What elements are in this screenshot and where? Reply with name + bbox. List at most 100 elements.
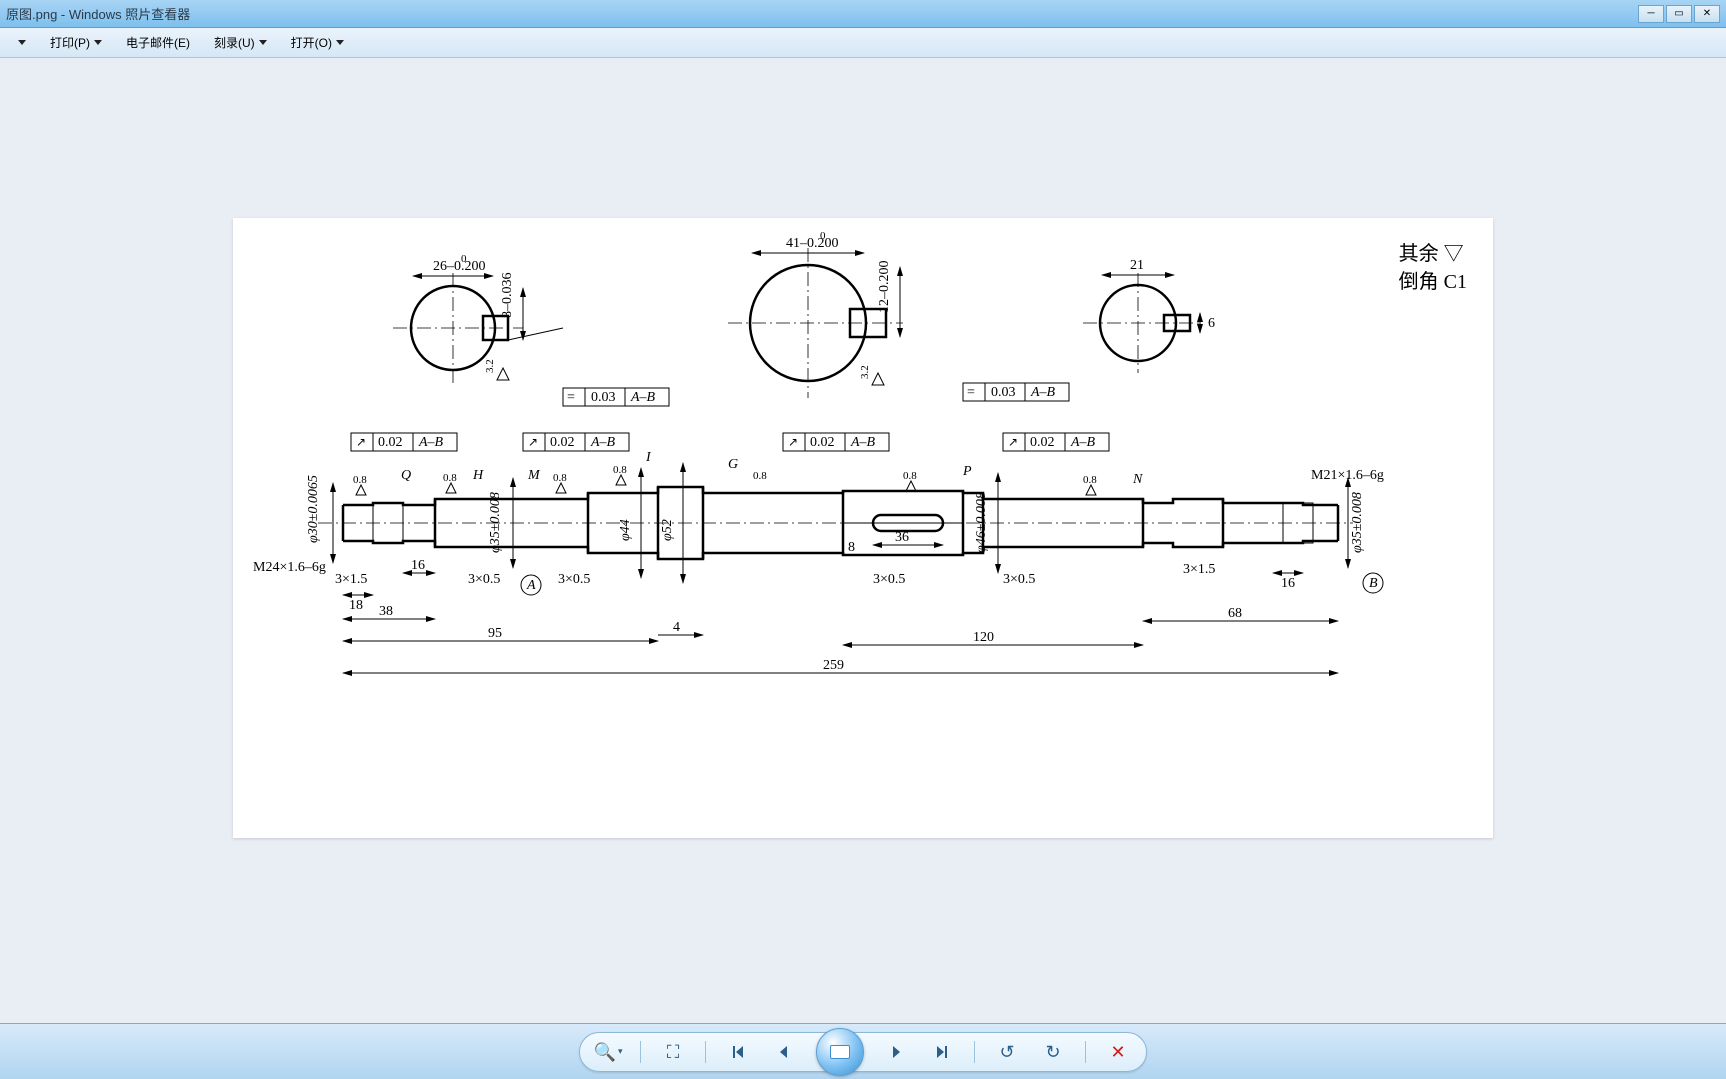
svg-text:φ46±0.008: φ46±0.008 — [974, 492, 989, 553]
svg-text:0: 0 — [461, 253, 467, 265]
svg-text:38: 38 — [379, 604, 393, 619]
svg-text:36: 36 — [895, 530, 909, 545]
svg-text:↗: ↗ — [356, 435, 366, 449]
drawing-note: 其余 ▽ 倒角 C1 — [1399, 240, 1467, 296]
svg-text:φ44: φ44 — [618, 519, 633, 541]
fit-button[interactable]: ⛶ — [659, 1038, 687, 1066]
menu-item-print[interactable]: 打印(P) — [40, 30, 112, 55]
svg-text:3.2: 3.2 — [859, 365, 871, 379]
svg-text:3.2: 3.2 — [484, 359, 496, 373]
drawing-svg: 26–0.200 0 8–0.036 3.2 = 0.03 A–B — [233, 218, 1493, 838]
svg-text:I: I — [645, 450, 652, 465]
menu-item-file[interactable] — [4, 36, 36, 49]
minimize-button[interactable]: ─ — [1638, 5, 1664, 23]
svg-text:0.8: 0.8 — [1083, 474, 1097, 486]
svg-text:12–0.200: 12–0.200 — [877, 261, 892, 314]
svg-text:M21×1.6–6g: M21×1.6–6g — [1311, 468, 1384, 483]
rotate-ccw-icon: ↺ — [999, 1043, 1014, 1061]
svg-text:0.8: 0.8 — [443, 472, 457, 484]
svg-text:↗: ↗ — [528, 435, 538, 449]
svg-text:A–B: A–B — [1070, 435, 1096, 450]
svg-text:0.03: 0.03 — [591, 390, 616, 405]
svg-text:16: 16 — [411, 558, 425, 573]
svg-text:=: = — [967, 385, 975, 400]
svg-text:21: 21 — [1130, 258, 1144, 273]
zoom-button[interactable]: 🔍 ▾ — [594, 1038, 622, 1066]
svg-text:16: 16 — [1281, 576, 1295, 591]
magnifier-icon: 🔍 — [594, 1043, 616, 1061]
svg-text:3×0.5: 3×0.5 — [558, 572, 590, 587]
rotate-cw-icon: ↻ — [1045, 1043, 1060, 1061]
svg-text:0.03: 0.03 — [991, 385, 1016, 400]
separator — [1085, 1041, 1086, 1063]
svg-text:0.02: 0.02 — [378, 435, 403, 450]
note-line: 倒角 C1 — [1399, 268, 1467, 296]
chevron-down-icon — [259, 40, 267, 45]
svg-text:=: = — [567, 390, 575, 405]
svg-text:18: 18 — [349, 598, 363, 613]
chevron-down-icon — [18, 40, 26, 45]
delete-icon: ✕ — [1110, 1043, 1125, 1061]
svg-text:0.8: 0.8 — [353, 474, 367, 486]
separator — [705, 1041, 706, 1063]
note-line: 其余 ▽ — [1399, 240, 1467, 268]
svg-text:φ52: φ52 — [660, 519, 675, 541]
next-button[interactable] — [882, 1038, 910, 1066]
menu-label: 刻录(U) — [214, 34, 255, 51]
separator — [974, 1041, 975, 1063]
menu-label: 电子邮件(E) — [126, 34, 190, 51]
svg-text:3×0.5: 3×0.5 — [468, 572, 500, 587]
skip-prev-icon — [730, 1044, 746, 1060]
svg-text:3×1.5: 3×1.5 — [335, 572, 367, 587]
maximize-button[interactable]: ▭ — [1666, 5, 1692, 23]
svg-text:B: B — [1369, 576, 1378, 591]
svg-text:259: 259 — [823, 658, 844, 673]
menu-item-burn[interactable]: 刻录(U) — [204, 30, 277, 55]
menu-item-open[interactable]: 打开(O) — [281, 30, 354, 55]
svg-text:A–B: A–B — [630, 390, 656, 405]
svg-text:A–B: A–B — [850, 435, 876, 450]
menu-label: 打印(P) — [50, 34, 90, 51]
first-button[interactable] — [724, 1038, 752, 1066]
svg-text:120: 120 — [973, 630, 994, 645]
slideshow-icon — [830, 1045, 850, 1059]
svg-text:68: 68 — [1228, 606, 1242, 621]
svg-text:0.02: 0.02 — [1030, 435, 1055, 450]
prev-button[interactable] — [770, 1038, 798, 1066]
rotate-cw-button[interactable]: ↻ — [1039, 1038, 1067, 1066]
separator — [640, 1041, 641, 1063]
image-viewport[interactable]: 其余 ▽ 倒角 C1 26–0 — [0, 58, 1726, 1023]
svg-text:0: 0 — [820, 230, 826, 242]
svg-text:95: 95 — [488, 626, 502, 641]
svg-text:M: M — [527, 468, 541, 483]
last-button[interactable] — [928, 1038, 956, 1066]
svg-text:4: 4 — [673, 620, 680, 635]
svg-text:3×0.5: 3×0.5 — [1003, 572, 1035, 587]
bottom-toolbar-panel: 🔍 ▾ ⛶ ↺ ↻ ✕ — [0, 1023, 1726, 1079]
svg-text:8: 8 — [848, 540, 855, 555]
prev-icon — [776, 1044, 792, 1060]
chevron-down-icon — [336, 40, 344, 45]
technical-drawing: 其余 ▽ 倒角 C1 26–0 — [233, 218, 1493, 838]
svg-text:0.02: 0.02 — [550, 435, 575, 450]
svg-text:6: 6 — [1208, 316, 1215, 331]
svg-text:φ30±0.0065: φ30±0.0065 — [306, 475, 321, 543]
svg-text:0.02: 0.02 — [810, 435, 835, 450]
fit-icon: ⛶ — [667, 1043, 680, 1061]
svg-text:41–0.200: 41–0.200 — [786, 236, 839, 251]
rotate-ccw-button[interactable]: ↺ — [993, 1038, 1021, 1066]
svg-text:M24×1.6–6g: M24×1.6–6g — [253, 560, 326, 575]
next-icon — [888, 1044, 904, 1060]
svg-text:P: P — [962, 464, 972, 479]
skip-next-icon — [934, 1044, 950, 1060]
delete-button[interactable]: ✕ — [1104, 1038, 1132, 1066]
close-button[interactable]: ✕ — [1694, 5, 1720, 23]
chevron-down-icon — [94, 40, 102, 45]
window-title: 原图.png - Windows 照片查看器 — [6, 4, 1638, 23]
svg-text:A–B: A–B — [590, 435, 616, 450]
svg-text:8–0.036: 8–0.036 — [500, 273, 515, 319]
menu-item-email[interactable]: 电子邮件(E) — [116, 30, 200, 55]
svg-text:0.8: 0.8 — [903, 470, 917, 482]
viewer-toolbar: 🔍 ▾ ⛶ ↺ ↻ ✕ — [579, 1032, 1147, 1072]
slideshow-button[interactable] — [816, 1028, 864, 1076]
